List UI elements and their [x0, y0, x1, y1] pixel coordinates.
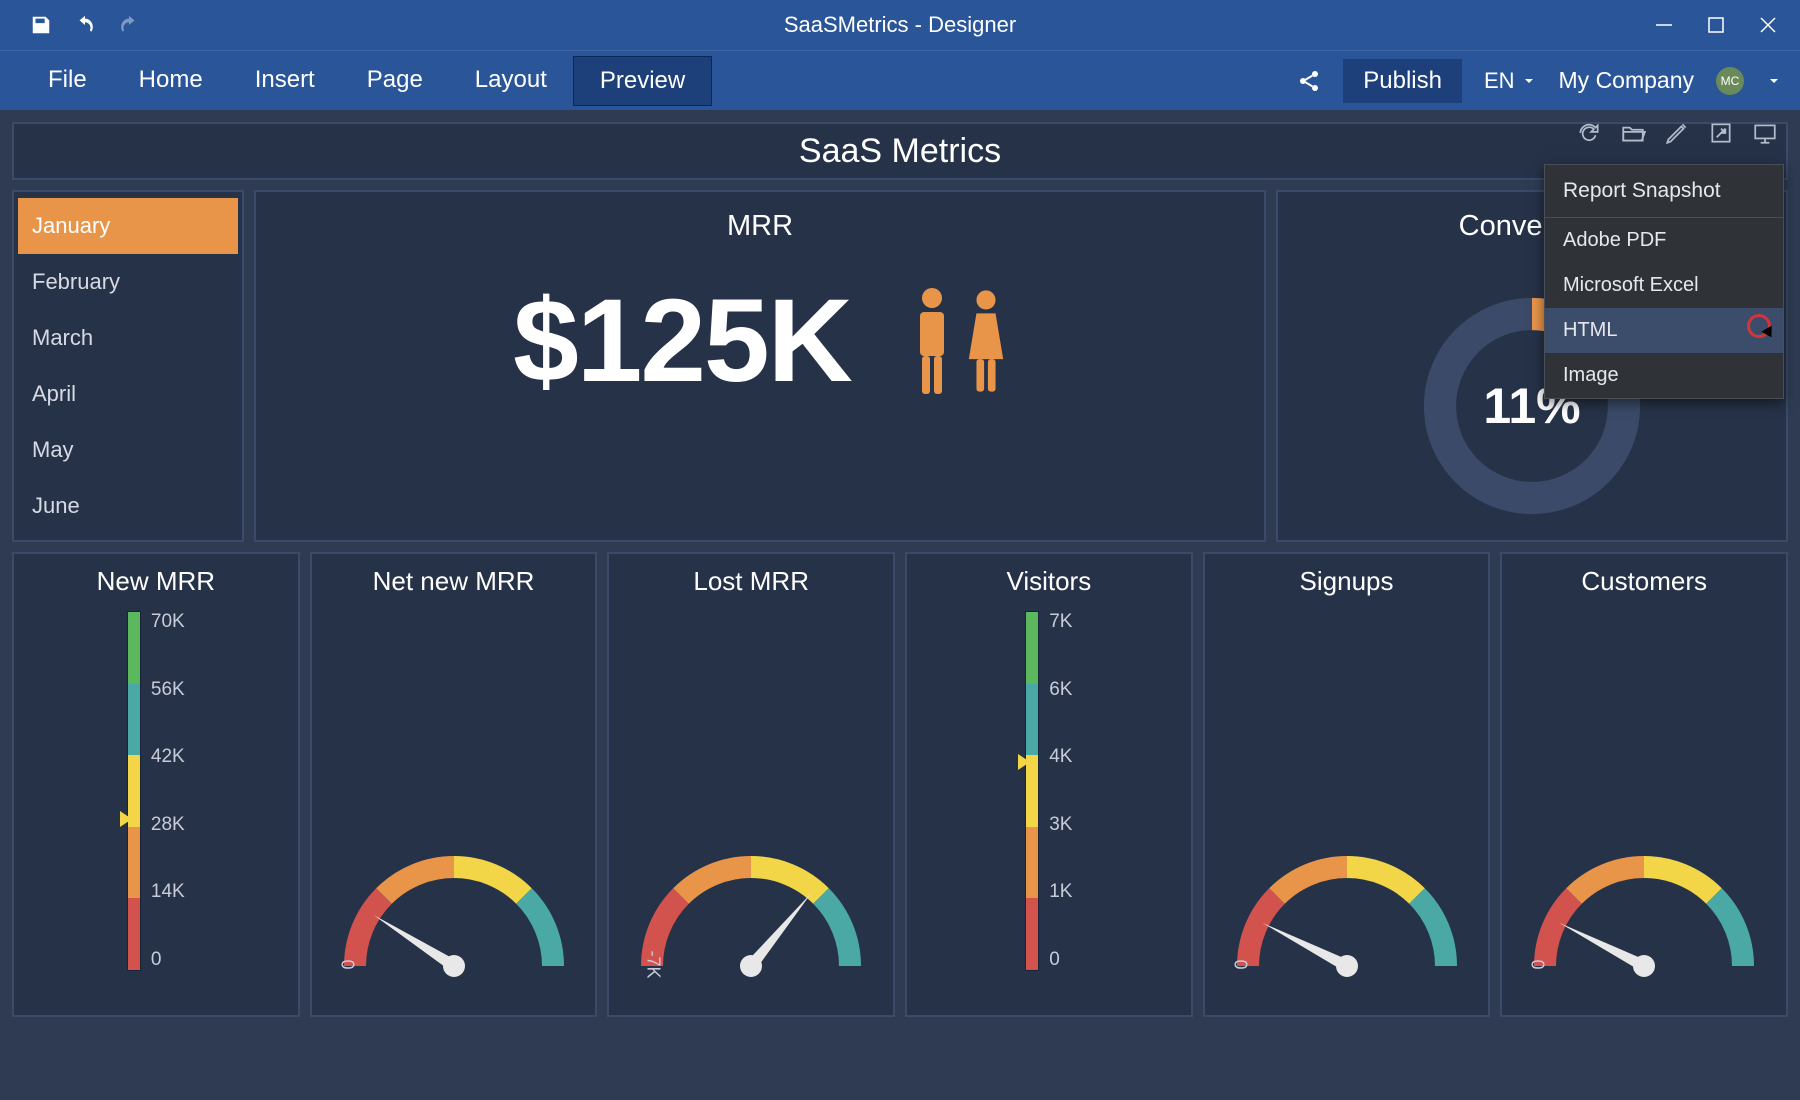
metric-title: New MRR	[97, 566, 215, 597]
vbar-tick: 1K	[1049, 881, 1072, 903]
minimize-icon[interactable]	[1652, 13, 1676, 37]
publish-button[interactable]: Publish	[1343, 59, 1462, 103]
person-male-icon	[911, 286, 953, 396]
export-menu-header: Report Snapshot	[1545, 165, 1783, 218]
vbar-tick: 3K	[1049, 814, 1072, 836]
menu-preview[interactable]: Preview	[573, 56, 712, 106]
export-menu: Report Snapshot Adobe PDFMicrosoft Excel…	[1544, 164, 1784, 399]
month-april[interactable]: April	[18, 366, 238, 422]
maximize-icon[interactable]	[1704, 13, 1728, 37]
titlebar: SaaSMetrics - Designer	[0, 0, 1800, 50]
gauge	[1514, 811, 1774, 991]
share-icon[interactable]	[1297, 69, 1321, 93]
preview-toolstrip	[1576, 120, 1778, 146]
redo-icon[interactable]	[118, 14, 140, 36]
metric-title: Signups	[1300, 566, 1394, 597]
gauge	[1217, 811, 1477, 991]
gauge-tick-low: 0	[1527, 959, 1548, 969]
metric-signups: Signups 0	[1203, 552, 1491, 1017]
language-selector[interactable]: EN	[1484, 68, 1537, 94]
present-icon[interactable]	[1752, 120, 1778, 146]
vbar-tick: 42K	[151, 746, 185, 768]
menu-home[interactable]: Home	[113, 56, 229, 106]
undo-icon[interactable]	[74, 14, 96, 36]
export-icon[interactable]	[1708, 120, 1734, 146]
company-label: My Company	[1559, 67, 1694, 94]
vbar-tick: 70K	[151, 611, 185, 633]
avatar[interactable]: MC	[1716, 67, 1744, 95]
month-may[interactable]: May	[18, 422, 238, 478]
vbar-tick: 14K	[151, 881, 185, 903]
menu-insert[interactable]: Insert	[229, 56, 341, 106]
export-item-microsoft-excel[interactable]: Microsoft Excel	[1545, 263, 1783, 308]
mrr-value: $125K	[513, 273, 851, 409]
vbar-tick: 4K	[1049, 746, 1072, 768]
menubar: FileHomeInsertPageLayoutPreview Publish …	[0, 50, 1800, 110]
metric-new-mrr: New MRR 70K 56K 42K 28K 14K 0	[12, 552, 300, 1017]
vbar-tick: 0	[151, 949, 185, 971]
mrr-card: MRR $125K	[254, 190, 1266, 542]
window-title: SaaSMetrics - Designer	[784, 12, 1016, 38]
metric-lost-mrr: Lost MRR -7K	[607, 552, 895, 1017]
metric-title: Visitors	[1006, 566, 1091, 597]
vbar-tick: 7K	[1049, 611, 1072, 633]
vbar-tick: 56K	[151, 679, 185, 701]
month-march[interactable]: March	[18, 310, 238, 366]
export-item-html[interactable]: HTML	[1545, 308, 1783, 353]
open-folder-icon[interactable]	[1620, 120, 1646, 146]
dashboard-title: SaaS Metrics	[12, 122, 1788, 180]
gauge-tick-low: -7K	[643, 950, 664, 978]
vbar-tick: 0	[1049, 949, 1072, 971]
metric-title: Net new MRR	[373, 566, 535, 597]
vbar-tick: 28K	[151, 814, 185, 836]
metric-customers: Customers 0	[1500, 552, 1788, 1017]
gauge-tick-low: 0	[336, 959, 357, 969]
gauge	[324, 811, 584, 991]
export-item-adobe-pdf[interactable]: Adobe PDF	[1545, 218, 1783, 263]
month-february[interactable]: February	[18, 254, 238, 310]
chevron-down-icon	[1521, 73, 1537, 89]
vertical-bar	[127, 611, 141, 971]
metric-title: Lost MRR	[693, 566, 809, 597]
metric-visitors: Visitors 7K 6K 4K 3K 1K 0	[905, 552, 1193, 1017]
refresh-icon[interactable]	[1576, 120, 1602, 146]
close-icon[interactable]	[1756, 13, 1780, 37]
menu-file[interactable]: File	[22, 56, 113, 106]
metric-title: Customers	[1581, 566, 1707, 597]
vertical-bar	[1025, 611, 1039, 971]
save-icon[interactable]	[30, 14, 52, 36]
people-icon	[911, 286, 1007, 396]
designer-canvas: Report Snapshot Adobe PDFMicrosoft Excel…	[0, 110, 1800, 1029]
person-female-icon	[965, 286, 1007, 396]
menu-page[interactable]: Page	[341, 56, 449, 106]
metric-net-new-mrr: Net new MRR 0	[310, 552, 598, 1017]
vbar-tick: 6K	[1049, 679, 1072, 701]
gauge-tick-low: 0	[1229, 959, 1250, 969]
month-june[interactable]: June	[18, 478, 238, 534]
month-january[interactable]: January	[18, 198, 238, 254]
language-label: EN	[1484, 68, 1515, 94]
month-picker: JanuaryFebruaryMarchAprilMayJuneJulyAugu…	[12, 190, 244, 542]
pencil-icon[interactable]	[1664, 120, 1690, 146]
metrics-row: New MRR 70K 56K 42K 28K 14K 0 Net new MRR 0 Lost …	[12, 552, 1788, 1017]
export-item-image[interactable]: Image	[1545, 353, 1783, 398]
mrr-title: MRR	[727, 210, 793, 243]
avatar-chevron-icon[interactable]	[1766, 73, 1782, 89]
menu-layout[interactable]: Layout	[449, 56, 573, 106]
